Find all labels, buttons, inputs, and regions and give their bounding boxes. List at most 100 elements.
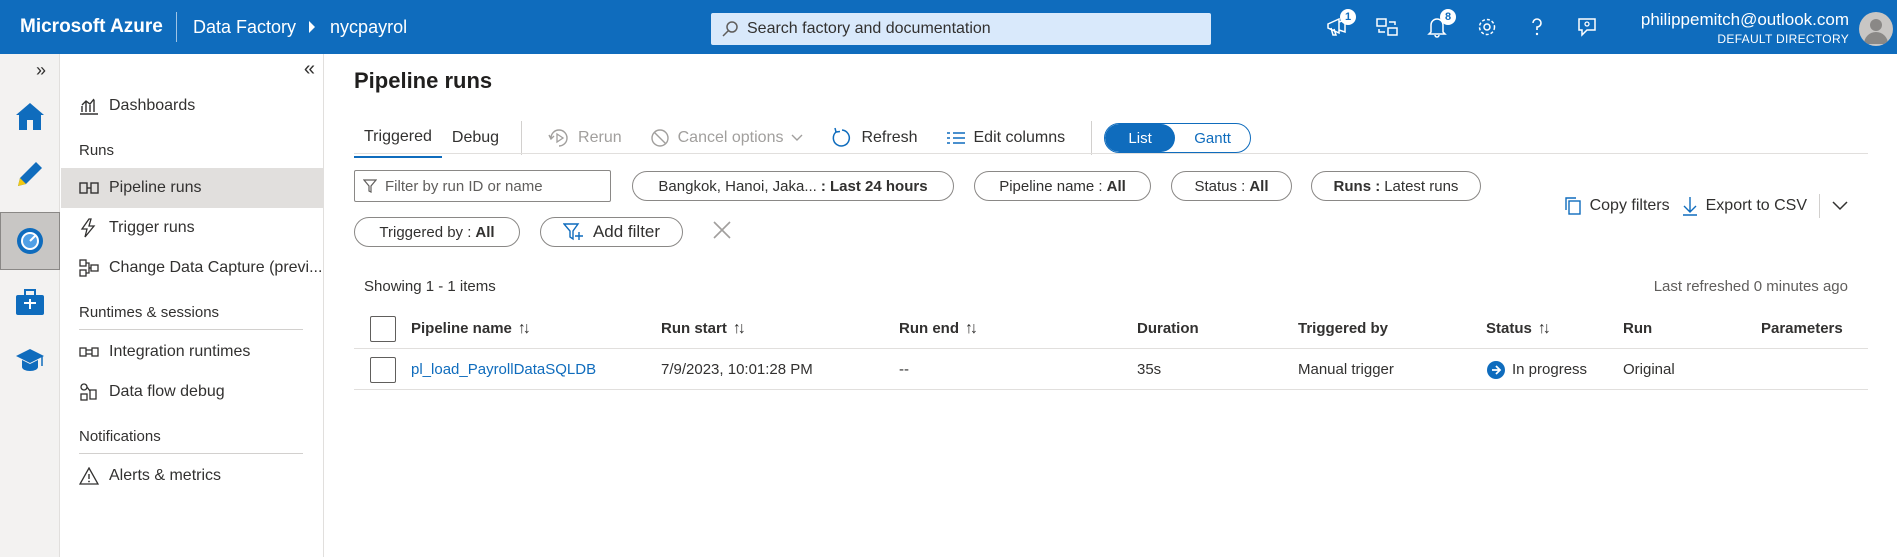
tab-debug[interactable]: Debug	[442, 118, 509, 158]
switch-directory-button[interactable]	[1362, 0, 1412, 54]
nav-alerts-metrics[interactable]: Alerts & metrics	[61, 456, 323, 496]
top-bar: Microsoft Azure Data Factory nycpayrol S…	[0, 0, 1897, 54]
copy-filters-button[interactable]: Copy filters	[1564, 196, 1670, 216]
sort-icon[interactable]: ↑↓	[733, 320, 746, 338]
nav-dashboards[interactable]: Dashboards	[61, 86, 323, 126]
rail-learning[interactable]	[0, 331, 60, 389]
col-triggered-by-label: Triggered by	[1298, 320, 1389, 337]
rail-author[interactable]	[0, 145, 60, 203]
nav-alerts-metrics-label: Alerts & metrics	[109, 467, 222, 484]
col-run-end[interactable]: Run end ↑↓	[899, 320, 978, 338]
nav-pipeline-runs-label: Pipeline runs	[109, 179, 202, 196]
cancel-options-button[interactable]: Cancel options	[636, 118, 818, 158]
status-filter[interactable]: Status : All	[1171, 171, 1292, 201]
rerun-button[interactable]: Rerun	[534, 118, 636, 158]
sort-icon[interactable]: ↑↓	[1538, 320, 1551, 338]
col-parameters[interactable]: Parameters	[1761, 320, 1843, 337]
refresh-label: Refresh	[861, 129, 918, 146]
rail-home[interactable]	[0, 87, 60, 145]
runs-filter-value: Latest runs	[1384, 177, 1459, 195]
col-run-start[interactable]: Run start ↑↓	[661, 320, 746, 338]
pipeline-name-link[interactable]: pl_load_PayrollDataSQLDB	[411, 361, 596, 378]
brand-title[interactable]: Microsoft Azure	[0, 16, 176, 38]
cdc-icon	[79, 259, 109, 277]
collapse-nav-icon[interactable]: «	[304, 58, 315, 81]
view-gantt-option[interactable]: Gantt	[1175, 124, 1250, 152]
col-pipeline-name[interactable]: Pipeline name ↑↓	[411, 320, 531, 338]
pipeline-filter-value: All	[1106, 177, 1126, 195]
question-icon	[1532, 18, 1542, 36]
expand-rail-icon[interactable]: »	[36, 60, 46, 81]
col-status[interactable]: Status ↑↓	[1486, 320, 1551, 338]
edit-columns-button[interactable]: Edit columns	[932, 118, 1080, 158]
nav-section-runtimes: Runtimes & sessions	[79, 304, 220, 321]
global-search-placeholder: Search factory and documentation	[747, 20, 991, 37]
nav-trigger-runs[interactable]: Trigger runs	[61, 208, 323, 248]
avatar[interactable]	[1859, 12, 1893, 46]
learning-cap-icon	[16, 349, 44, 371]
breadcrumb-factory[interactable]: nycpayrol	[330, 17, 407, 38]
nav-pipeline-runs[interactable]: Pipeline runs	[61, 168, 323, 208]
select-all-checkbox[interactable]	[370, 315, 396, 342]
account-info[interactable]: philippemitch@outlook.com DEFAULT DIRECT…	[1641, 10, 1849, 46]
side-nav: « Dashboards Runs Pipeline runs Trigger …	[61, 54, 324, 557]
tab-triggered[interactable]: Triggered	[354, 118, 442, 158]
rail-manage[interactable]	[0, 273, 60, 331]
nav-data-flow-debug-label: Data flow debug	[109, 383, 225, 400]
status-filter-label: Status :	[1194, 177, 1246, 195]
directory-switch-icon	[1376, 18, 1398, 36]
sort-icon[interactable]: ↑↓	[518, 320, 531, 338]
clear-filters-icon[interactable]	[712, 220, 732, 240]
pipeline-name-filter[interactable]: Pipeline name : All	[974, 171, 1151, 201]
col-run[interactable]: Run	[1623, 320, 1652, 337]
rerun-icon	[548, 129, 568, 147]
status-cell: In progress	[1486, 360, 1587, 380]
refresh-button[interactable]: Refresh	[817, 118, 931, 158]
col-duration[interactable]: Duration	[1137, 320, 1199, 337]
nav-section-notifications: Notifications	[79, 428, 161, 445]
feedback-button[interactable]	[1562, 0, 1612, 54]
help-button[interactable]	[1512, 0, 1562, 54]
view-toggle[interactable]: List Gantt	[1104, 123, 1252, 153]
in-progress-icon	[1487, 360, 1505, 379]
announcements-button[interactable]: 1	[1312, 0, 1362, 54]
nav-change-data-capture[interactable]: Change Data Capture (previ...	[61, 248, 323, 288]
integration-runtime-icon	[79, 344, 109, 360]
nav-integration-runtimes[interactable]: Integration runtimes	[61, 332, 323, 372]
table-row[interactable]: pl_load_PayrollDataSQLDB 7/9/2023, 10:01…	[354, 350, 1868, 390]
author-pencil-icon	[18, 162, 42, 186]
col-pipeline-name-label: Pipeline name	[411, 320, 512, 337]
export-csv-button[interactable]: Export to CSV	[1682, 196, 1807, 216]
col-triggered-by[interactable]: Triggered by	[1298, 320, 1388, 337]
notifications-button[interactable]: 8	[1412, 0, 1462, 54]
pipeline-filter-label: Pipeline name :	[999, 177, 1103, 195]
col-run-label: Run	[1623, 320, 1653, 337]
time-range-filter[interactable]: Bangkok, Hanoi, Jaka... : Last 24 hours	[632, 171, 954, 201]
triggered-by-filter[interactable]: Triggered by : All	[354, 217, 520, 247]
nav-data-flow-debug[interactable]: Data flow debug	[61, 372, 323, 412]
download-arrow-icon	[1682, 197, 1697, 216]
toolbar-divider	[521, 121, 523, 155]
settings-button[interactable]	[1462, 0, 1512, 54]
run-filter-input[interactable]: Filter by run ID or name	[354, 170, 611, 202]
add-filter-button[interactable]: Add filter	[540, 217, 683, 247]
triggered-filter-label: Triggered by :	[379, 223, 472, 241]
items-count: Showing 1 - 1 items	[364, 278, 496, 295]
runs-filter[interactable]: Runs : Latest runs	[1311, 171, 1481, 201]
last-refreshed: Last refreshed 0 minutes ago	[1653, 278, 1848, 295]
col-status-label: Status	[1486, 320, 1532, 337]
row-checkbox[interactable]	[370, 356, 396, 383]
view-list-option[interactable]: List	[1105, 124, 1176, 152]
triggered-filter-value: All	[475, 223, 495, 241]
toolbar-divider	[1091, 121, 1093, 155]
rail-monitor[interactable]	[0, 212, 60, 270]
triggered-by-value: Manual trigger	[1298, 361, 1394, 378]
nav-dashboards-label: Dashboards	[109, 97, 196, 114]
global-search-input[interactable]: Search factory and documentation	[711, 13, 1211, 45]
chevron-down-icon[interactable]	[1832, 201, 1848, 211]
breadcrumb-service[interactable]: Data Factory	[193, 17, 296, 38]
cancel-options-label: Cancel options	[677, 129, 784, 146]
sort-icon[interactable]: ↑↓	[965, 320, 978, 338]
add-filter-label: Add filter	[592, 222, 661, 241]
nav-trigger-runs-label: Trigger runs	[109, 219, 195, 236]
